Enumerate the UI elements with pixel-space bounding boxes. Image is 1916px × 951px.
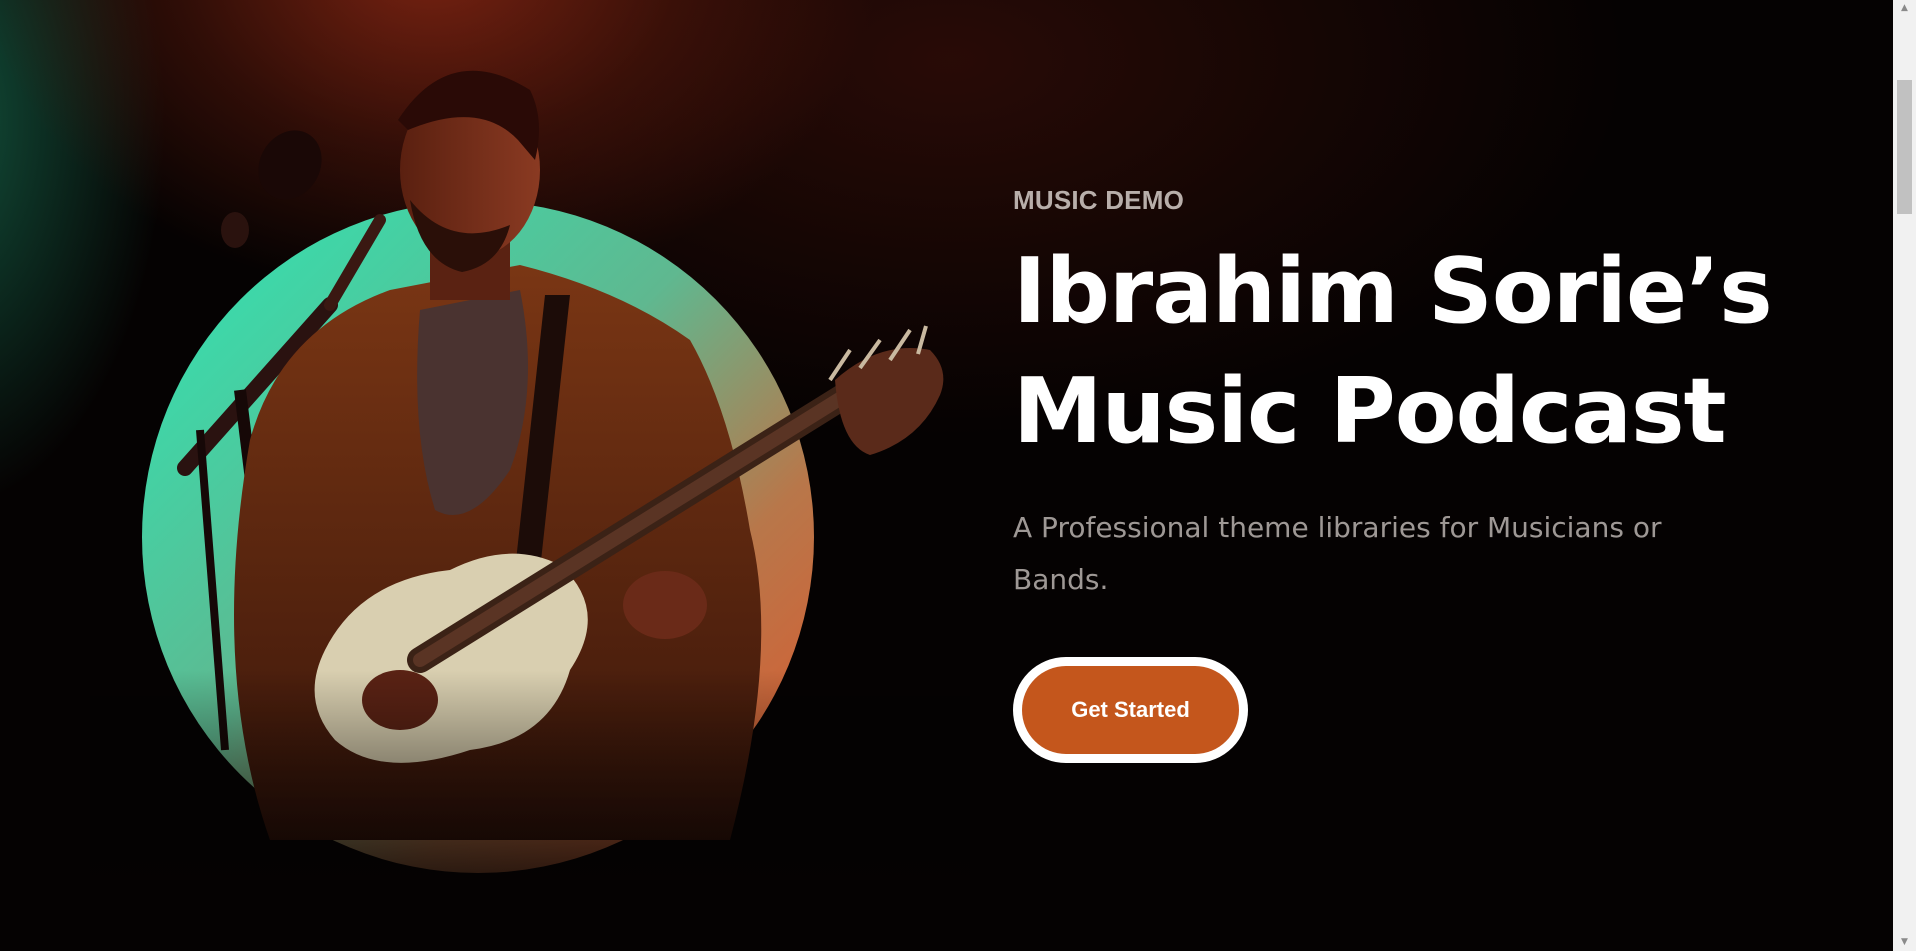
scroll-down-icon[interactable]: ▼ <box>1893 934 1916 951</box>
scrollbar-thumb[interactable] <box>1897 80 1912 214</box>
scroll-up-icon[interactable]: ▲ <box>1893 0 1916 17</box>
hero-text: MUSIC DEMO Ibrahim Sorie’s Music Podcast… <box>1013 185 1853 763</box>
get-started-button-label: Get Started <box>1022 666 1239 754</box>
vertical-scrollbar[interactable]: ▲ ▼ <box>1893 0 1916 951</box>
hero-image <box>90 50 970 890</box>
page-title: Ibrahim Sorie’s Music Podcast <box>1013 232 1853 472</box>
get-started-button[interactable]: Get Started <box>1013 657 1248 763</box>
title-line-2: Music Podcast <box>1013 359 1727 464</box>
eyebrow-label: MUSIC DEMO <box>1013 185 1184 215</box>
hero-section: MUSIC DEMO Ibrahim Sorie’s Music Podcast… <box>0 0 1893 951</box>
title-line-1: Ibrahim Sorie’s <box>1013 239 1773 344</box>
hero-subtitle: A Professional theme libraries for Music… <box>1013 511 1662 596</box>
